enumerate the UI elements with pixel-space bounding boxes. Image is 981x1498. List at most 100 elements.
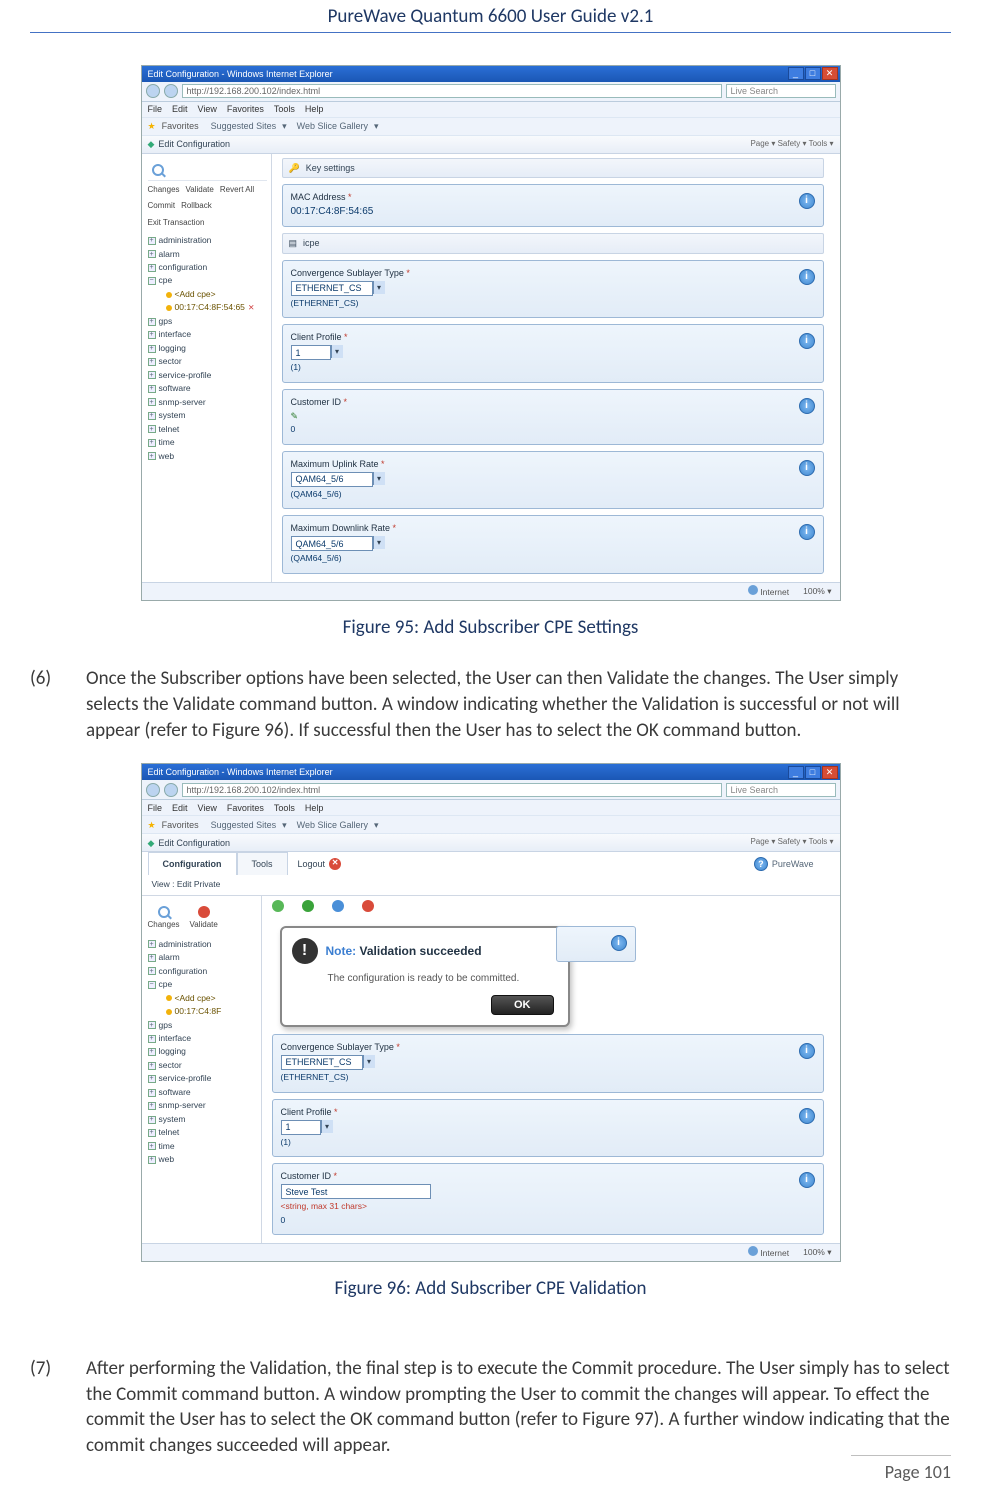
expand-icon[interactable]: + [148, 954, 156, 962]
toolbar-red-icon[interactable] [362, 900, 374, 912]
help-icon[interactable]: i [799, 1172, 815, 1188]
collapse-icon[interactable]: − [148, 277, 156, 285]
tree-administration[interactable]: administration [159, 235, 212, 246]
menu-edit[interactable]: Edit [172, 103, 188, 115]
tree-time[interactable]: time [159, 1141, 175, 1152]
search-box[interactable]: Live Search [726, 783, 836, 797]
minimize-button[interactable]: _ [788, 67, 804, 80]
chevron-down-icon[interactable]: ▾ [331, 345, 343, 358]
up-select[interactable]: QAM64_5/6 [291, 472, 373, 487]
toolbar-validate[interactable]: Validate [186, 185, 214, 196]
tree-snmp[interactable]: snmp-server [159, 1100, 206, 1111]
tree-add-cpe[interactable]: <Add cpe> [175, 993, 216, 1004]
tree-logging[interactable]: logging [159, 1046, 186, 1057]
zoom-level[interactable]: 100% ▾ [803, 1247, 831, 1258]
tree-administration[interactable]: administration [159, 939, 212, 950]
tree-service-profile[interactable]: service-profile [159, 1073, 212, 1084]
expand-icon[interactable]: + [148, 1142, 156, 1150]
help-icon[interactable]: i [799, 398, 815, 414]
expand-icon[interactable]: + [148, 385, 156, 393]
menu-favorites[interactable]: Favorites [227, 802, 264, 814]
toolbar-green2-icon[interactable] [302, 900, 314, 912]
expand-icon[interactable]: + [148, 940, 156, 948]
address-bar[interactable]: http://192.168.200.102/index.html [182, 84, 722, 98]
web-slice-gallery-link[interactable]: Web Slice Gallery [297, 120, 368, 132]
menu-favorites[interactable]: Favorites [227, 103, 264, 115]
search-icon[interactable] [158, 906, 170, 918]
close-button[interactable]: ✕ [822, 766, 838, 779]
expand-icon[interactable]: + [148, 1116, 156, 1124]
expand-icon[interactable]: + [148, 358, 156, 366]
help-icon[interactable]: ? [754, 857, 768, 871]
expand-icon[interactable]: + [148, 331, 156, 339]
tree-sector[interactable]: sector [159, 356, 182, 367]
tree-web[interactable]: web [159, 451, 175, 462]
toolbar-green-icon[interactable] [272, 900, 284, 912]
delete-node-icon[interactable]: ⨯ [248, 303, 255, 314]
tree-logging[interactable]: logging [159, 343, 186, 354]
help-icon[interactable]: i [799, 193, 815, 209]
help-icon[interactable]: i [799, 333, 815, 349]
tree-mac-node[interactable]: 00:17:C4:8F [175, 1006, 222, 1017]
page-tools-menu[interactable]: Page ▾ Safety ▾ Tools ▾ [750, 139, 833, 150]
help-icon[interactable]: i [799, 460, 815, 476]
forward-icon[interactable] [164, 84, 178, 98]
menu-view[interactable]: View [198, 103, 217, 115]
toolbar-commit[interactable]: Commit [148, 201, 176, 212]
help-icon[interactable]: i [611, 935, 627, 951]
expand-icon[interactable]: + [148, 1021, 156, 1029]
expand-icon[interactable]: + [148, 345, 156, 353]
tree-configuration[interactable]: configuration [159, 966, 208, 977]
forward-icon[interactable] [164, 783, 178, 797]
flag-icon[interactable] [198, 906, 210, 918]
tree-system[interactable]: system [159, 1114, 186, 1125]
tree-software[interactable]: software [159, 383, 191, 394]
tree-interface[interactable]: interface [159, 1033, 192, 1044]
toolbar-rollback[interactable]: Rollback [181, 201, 212, 212]
dn-select[interactable]: QAM64_5/6 [291, 536, 373, 551]
suggested-sites-link[interactable]: Suggested Sites [211, 819, 277, 831]
menu-help[interactable]: Help [305, 802, 324, 814]
menu-file[interactable]: File [148, 103, 163, 115]
collapse-icon[interactable]: − [148, 981, 156, 989]
menu-tools[interactable]: Tools [274, 103, 295, 115]
tree-sector[interactable]: sector [159, 1060, 182, 1071]
expand-icon[interactable]: + [148, 1075, 156, 1083]
prof-select[interactable]: 1 [281, 1120, 321, 1135]
help-icon[interactable]: i [799, 1108, 815, 1124]
favorites-star-icon[interactable]: ★ [148, 120, 156, 132]
page-tools-menu[interactable]: Page ▾ Safety ▾ Tools ▾ [750, 837, 833, 848]
tree-service-profile[interactable]: service-profile [159, 370, 212, 381]
tree-software[interactable]: software [159, 1087, 191, 1098]
menu-tools[interactable]: Tools [274, 802, 295, 814]
expand-icon[interactable]: + [148, 371, 156, 379]
edit-icon[interactable]: ✎ [291, 410, 815, 422]
ok-button[interactable]: OK [491, 995, 554, 1015]
tree-telnet[interactable]: telnet [159, 1127, 180, 1138]
search-box[interactable]: Live Search [726, 84, 836, 98]
chevron-down-icon[interactable]: ▾ [373, 472, 385, 485]
tree-gps[interactable]: gps [159, 1020, 173, 1031]
back-icon[interactable] [146, 84, 160, 98]
expand-icon[interactable]: + [148, 1102, 156, 1110]
tab-tools[interactable]: Tools [237, 852, 288, 875]
expand-icon[interactable]: + [148, 398, 156, 406]
tree-telnet[interactable]: telnet [159, 424, 180, 435]
tree-alarm[interactable]: alarm [159, 249, 180, 260]
tree-cpe[interactable]: cpe [159, 275, 173, 286]
prof-select[interactable]: 1 [291, 345, 331, 360]
tree-web[interactable]: web [159, 1154, 175, 1165]
help-icon[interactable]: i [799, 1043, 815, 1059]
help-icon[interactable]: i [799, 269, 815, 285]
expand-icon[interactable]: + [148, 439, 156, 447]
toolbar-changes[interactable]: Changes [148, 185, 180, 196]
chevron-down-icon[interactable]: ▾ [373, 281, 385, 294]
expand-icon[interactable]: + [148, 1048, 156, 1056]
expand-icon[interactable]: + [148, 1089, 156, 1097]
expand-icon[interactable]: + [148, 452, 156, 460]
expand-icon[interactable]: + [148, 1062, 156, 1070]
tree-system[interactable]: system [159, 410, 186, 421]
tree-gps[interactable]: gps [159, 316, 173, 327]
tree-cpe[interactable]: cpe [159, 979, 173, 990]
cust-input[interactable]: Steve Test [281, 1184, 431, 1199]
